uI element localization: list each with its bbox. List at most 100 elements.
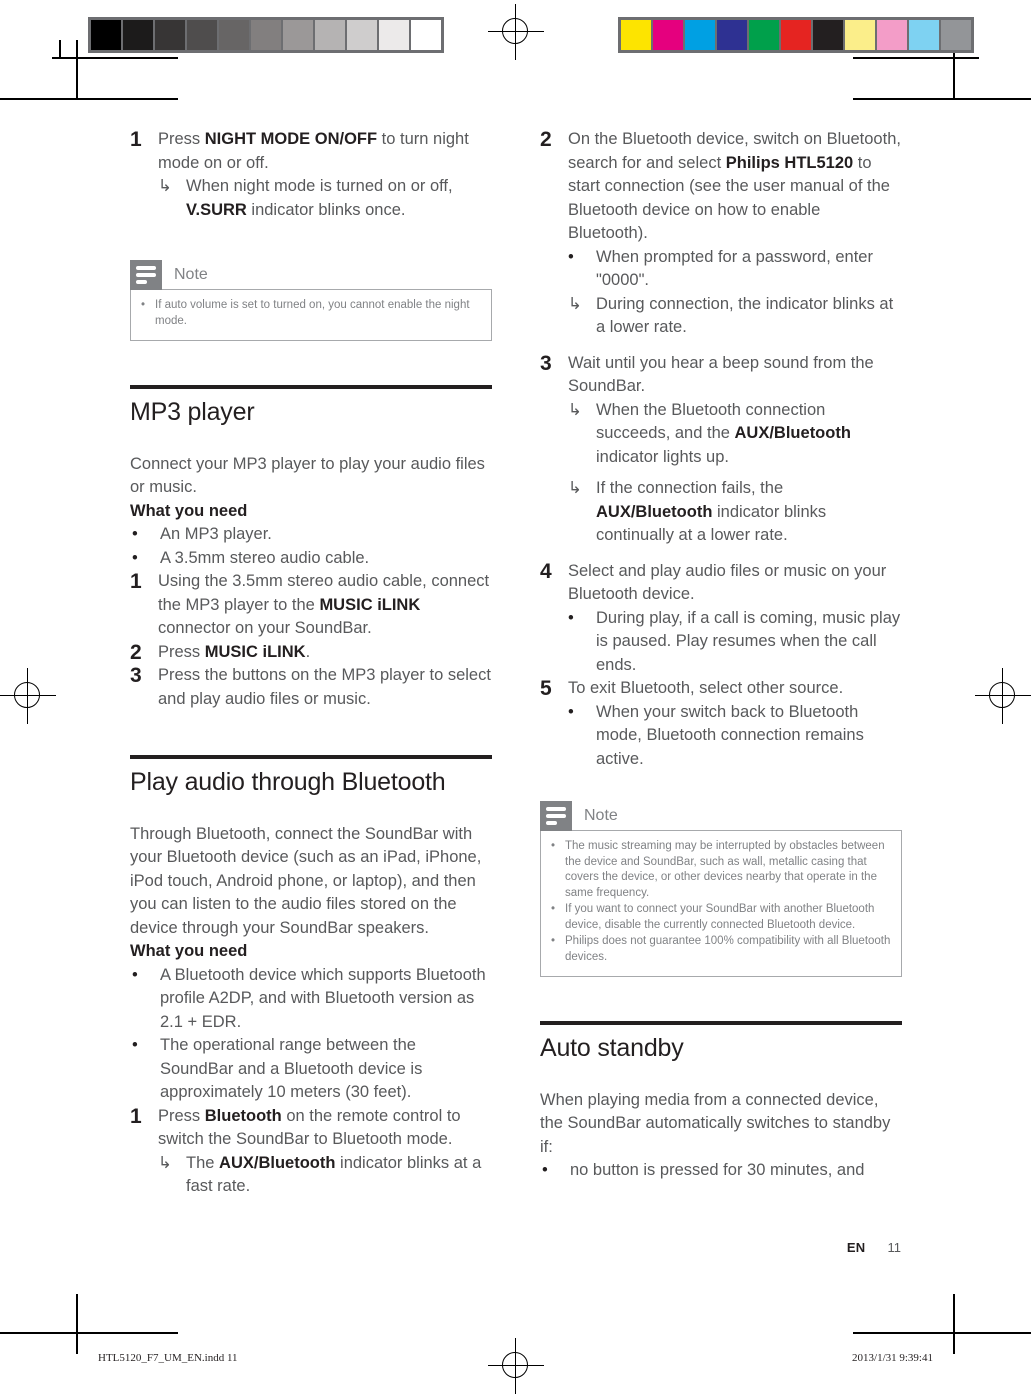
step-number: 2 xyxy=(540,128,552,151)
sub-bullet-item: • When prompted for a password, enter "0… xyxy=(540,246,902,293)
step-number: 1 xyxy=(130,570,142,593)
result-arrow-icon: ↳ xyxy=(568,400,582,419)
result-text: If the connection fails, the AUX/Bluetoo… xyxy=(596,477,902,548)
condition-item: • no button is pressed for 30 minutes, a… xyxy=(540,1159,902,1183)
result-arrow-icon: ↳ xyxy=(158,177,172,195)
note-list: • The music streaming may be interrupted… xyxy=(551,839,891,965)
note-list: • If auto volume is set to turned on, yo… xyxy=(141,298,481,329)
requirement-item: • A 3.5mm stereo audio cable. xyxy=(130,547,492,571)
print-slug-timestamp: 2013/1/31 9:39:41 xyxy=(852,1352,933,1364)
section-intro-text: Connect your MP3 player to play your aud… xyxy=(130,454,485,497)
emphasis-text: MUSIC iLINK xyxy=(204,642,306,661)
page-content: 1 Press NIGHT MODE ON/OFF to turn night … xyxy=(0,0,1031,1394)
step-text: Press NIGHT MODE ON/OFF to turn night mo… xyxy=(158,128,492,175)
note-item-text: If auto volume is set to turned on, you … xyxy=(155,299,470,327)
right-text-column: 2 On the Bluetooth device, switch on Blu… xyxy=(540,128,902,1183)
section-divider xyxy=(540,1021,902,1025)
sub-bullet-item: • When your switch back to Bluetooth mod… xyxy=(540,701,902,772)
step-item: 1 Press Bluetooth on the remote control … xyxy=(130,1105,492,1152)
step-number: 3 xyxy=(540,351,552,375)
requirement-text: A Bluetooth device which supports Blueto… xyxy=(160,965,486,1031)
result-arrow-icon: ↳ xyxy=(568,479,582,497)
text-segment: Press xyxy=(158,130,205,148)
step-item: 5 To exit Bluetooth, select other source… xyxy=(540,677,902,701)
text-segment: The xyxy=(186,1153,220,1172)
step-text: Using the 3.5mm stereo audio cable, conn… xyxy=(158,570,492,641)
note-box: Note • If auto volume is set to turned o… xyxy=(130,260,492,341)
bullet-icon: • xyxy=(568,608,574,627)
step-text: Select and play audio files or music on … xyxy=(568,561,887,604)
requirement-text: An MP3 player. xyxy=(160,525,272,543)
print-slug-filename: HTL5120_F7_UM_EN.indd 11 xyxy=(98,1352,238,1364)
result-text: When night mode is turned on or off, V.S… xyxy=(186,175,492,222)
what-you-need-label: What you need xyxy=(130,501,248,520)
step-item: 1 Press NIGHT MODE ON/OFF to turn night … xyxy=(130,128,492,175)
section-heading-play-bluetooth: Play audio through Bluetooth xyxy=(130,768,446,796)
bullet-icon: • xyxy=(141,299,146,311)
note-icon xyxy=(130,260,162,290)
note-header: Note xyxy=(130,260,492,290)
step-text: Wait until you hear a beep sound from th… xyxy=(568,353,874,396)
bullet-icon: • xyxy=(542,1161,548,1179)
bullet-icon: • xyxy=(132,548,138,567)
note-body: • The music streaming may be interrupted… xyxy=(540,830,902,977)
emphasis-text: NIGHT MODE ON/OFF xyxy=(204,130,378,148)
text-segment: indicator blinks once. xyxy=(246,200,406,219)
bullet-icon: • xyxy=(568,702,574,721)
result-arrow-icon: ↳ xyxy=(568,294,582,313)
step-item: 4 Select and play audio files or music o… xyxy=(540,560,902,607)
requirement-item: • An MP3 player. xyxy=(130,523,492,547)
step-text: Press the buttons on the MP3 player to s… xyxy=(158,666,491,708)
step-item: 3 Press the buttons on the MP3 player to… xyxy=(130,664,492,711)
bullet-icon: • xyxy=(132,525,138,543)
requirement-item: • The operational range between the Soun… xyxy=(130,1034,492,1105)
section-divider xyxy=(130,385,492,389)
step-item: 1 Using the 3.5mm stereo audio cable, co… xyxy=(130,570,492,641)
text-segment: Press xyxy=(158,642,205,661)
manual-page: 1 Press NIGHT MODE ON/OFF to turn night … xyxy=(0,0,1031,1394)
page-folio: EN 11 xyxy=(847,1240,901,1255)
section-heading-mp3-player: MP3 player xyxy=(130,398,255,426)
step-number: 5 xyxy=(540,677,552,700)
text-segment: When night mode is turned on or off, xyxy=(186,177,453,195)
bullet-icon: • xyxy=(551,903,556,915)
step-item: 2 On the Bluetooth device, switch on Blu… xyxy=(540,128,902,246)
result-text: The AUX/Bluetooth indicator blinks at a … xyxy=(186,1152,492,1199)
note-list-item: • If you want to connect your SoundBar w… xyxy=(551,902,891,933)
step-number: 3 xyxy=(130,664,142,687)
note-box: Note • The music streaming may be interr… xyxy=(540,801,902,977)
section-intro-text: Through Bluetooth, connect the SoundBar … xyxy=(130,824,482,937)
note-body: • If auto volume is set to turned on, yo… xyxy=(130,289,492,341)
note-icon xyxy=(540,801,572,831)
left-text-column: 1 Press NIGHT MODE ON/OFF to turn night … xyxy=(130,128,492,1199)
emphasis-text: Philips HTL5120 xyxy=(725,153,854,172)
step-text: Press MUSIC iLINK. xyxy=(158,641,492,665)
text-segment: . xyxy=(305,642,311,661)
note-list-item: • If auto volume is set to turned on, yo… xyxy=(141,298,481,329)
section-divider xyxy=(130,755,492,759)
result-item: ↳ If the connection fails, the AUX/Bluet… xyxy=(540,477,902,548)
bullet-icon: • xyxy=(551,840,556,852)
step-number: 2 xyxy=(130,640,142,664)
emphasis-text: MUSIC iLINK xyxy=(319,595,421,614)
result-item: ↳ When the Bluetooth connection succeeds… xyxy=(540,399,902,470)
section-heading-auto-standby: Auto standby xyxy=(540,1034,684,1062)
note-header: Note xyxy=(540,801,902,831)
result-item: ↳ During connection, the indicator blink… xyxy=(540,293,902,340)
condition-text: no button is pressed for 30 minutes, and xyxy=(570,1161,865,1179)
result-text: During connection, the indicator blinks … xyxy=(596,294,894,337)
note-item-text: Philips does not guarantee 100% compatib… xyxy=(565,935,891,963)
step-number: 4 xyxy=(540,559,552,583)
text-segment: Press xyxy=(158,1106,205,1125)
note-list-item: • The music streaming may be interrupted… xyxy=(551,839,891,901)
note-list-item: • Philips does not guarantee 100% compat… xyxy=(551,934,891,965)
bullet-icon: • xyxy=(132,965,138,984)
text-segment: connector on your SoundBar. xyxy=(158,619,372,637)
emphasis-text: AUX/Bluetooth xyxy=(734,424,851,442)
step-item: 3 Wait until you hear a beep sound from … xyxy=(540,352,902,399)
result-text: When the Bluetooth connection succeeds, … xyxy=(596,399,902,470)
result-item: ↳ The AUX/Bluetooth indicator blinks at … xyxy=(130,1152,492,1199)
result-arrow-icon: ↳ xyxy=(158,1153,172,1172)
sub-bullet-text: During play, if a call is coming, music … xyxy=(596,608,901,674)
step-number: 1 xyxy=(130,1104,142,1128)
